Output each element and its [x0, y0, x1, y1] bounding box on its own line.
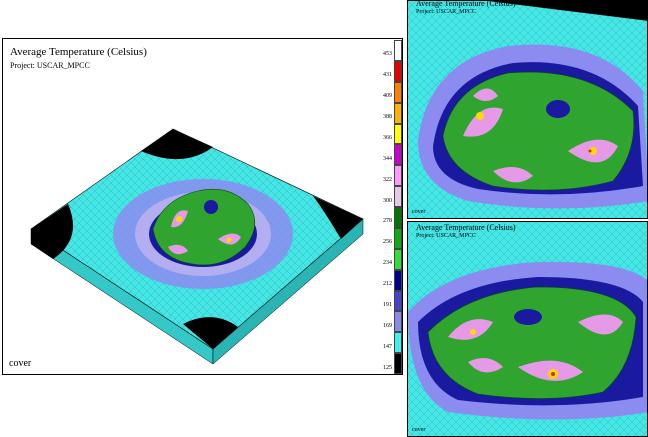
legend-label: 388 — [383, 114, 392, 121]
legend-swatch — [394, 227, 402, 249]
legend-label: 366 — [383, 134, 392, 141]
zoom-bottom-project: Project: USCAR_MPCC — [416, 233, 476, 239]
legend-swatch — [394, 60, 402, 82]
legend-label: 453 — [383, 51, 392, 58]
legend-label: 256 — [383, 239, 392, 246]
zoom-bottom-footer: cover — [412, 427, 426, 433]
legend-swatch — [394, 123, 402, 145]
zoom-top-project: Project: USCAR_MPCC — [416, 9, 476, 15]
main-view-panel[interactable]: Average Temperature (Celsius) Project: U… — [2, 38, 403, 375]
zoom-view-top[interactable]: Average Temperature (Celsius) Project: U… — [407, 0, 648, 219]
zoom-bottom-title: Average Temperature (Celsius) — [416, 223, 516, 232]
zoom-view-bottom[interactable]: Average Temperature (Celsius) Project: U… — [407, 221, 648, 437]
legend-swatch — [394, 332, 402, 354]
legend-label: 212 — [383, 281, 392, 288]
legend-swatch — [394, 311, 402, 333]
legend-label: 409 — [383, 93, 392, 100]
legend-label: 234 — [383, 260, 392, 267]
plot-title: Average Temperature (Celsius) — [10, 46, 147, 58]
temperature-legend: 453 431 409 388 366 344 322 300 278 256 234 212 191 1… — [360, 40, 402, 374]
hot-core-2 — [226, 237, 232, 243]
legend-label: 169 — [383, 322, 392, 329]
legend-label: 322 — [383, 176, 392, 183]
legend-swatch — [394, 186, 402, 207]
legend-swatch — [394, 248, 402, 270]
zoom-bottom-mesh[interactable] — [408, 222, 648, 437]
legend-swatch — [394, 102, 402, 124]
legend-label: 191 — [383, 301, 392, 308]
legend-swatch — [394, 165, 402, 187]
legend-swatch — [394, 40, 402, 61]
main-mesh-view[interactable] — [23, 79, 383, 375]
legend-swatch — [394, 269, 402, 291]
legend-swatch — [394, 290, 402, 312]
footer-label: cover — [9, 358, 32, 369]
legend-label: 147 — [383, 343, 392, 350]
legend-label: 300 — [383, 197, 392, 204]
legend-swatch — [394, 353, 402, 374]
legend-label: 431 — [383, 72, 392, 79]
hot-core-1 — [176, 216, 182, 222]
project-label: Project: USCAR_MPCC — [10, 61, 90, 70]
legend-label: 125 — [383, 364, 392, 371]
legend-swatch — [394, 207, 402, 228]
zoom-bottom-hole — [514, 309, 542, 325]
zoom-top-title: Average Temperature (Celsius) — [416, 0, 516, 8]
legend-label: 278 — [383, 218, 392, 225]
part-hole — [204, 200, 218, 214]
zoom-top-footer: cover — [412, 209, 426, 215]
legend-label: 344 — [383, 155, 392, 162]
zoom-top-hole — [546, 100, 570, 118]
zoom-top-mesh[interactable] — [408, 1, 648, 219]
legend-swatch — [394, 81, 402, 103]
legend-swatch — [394, 144, 402, 166]
